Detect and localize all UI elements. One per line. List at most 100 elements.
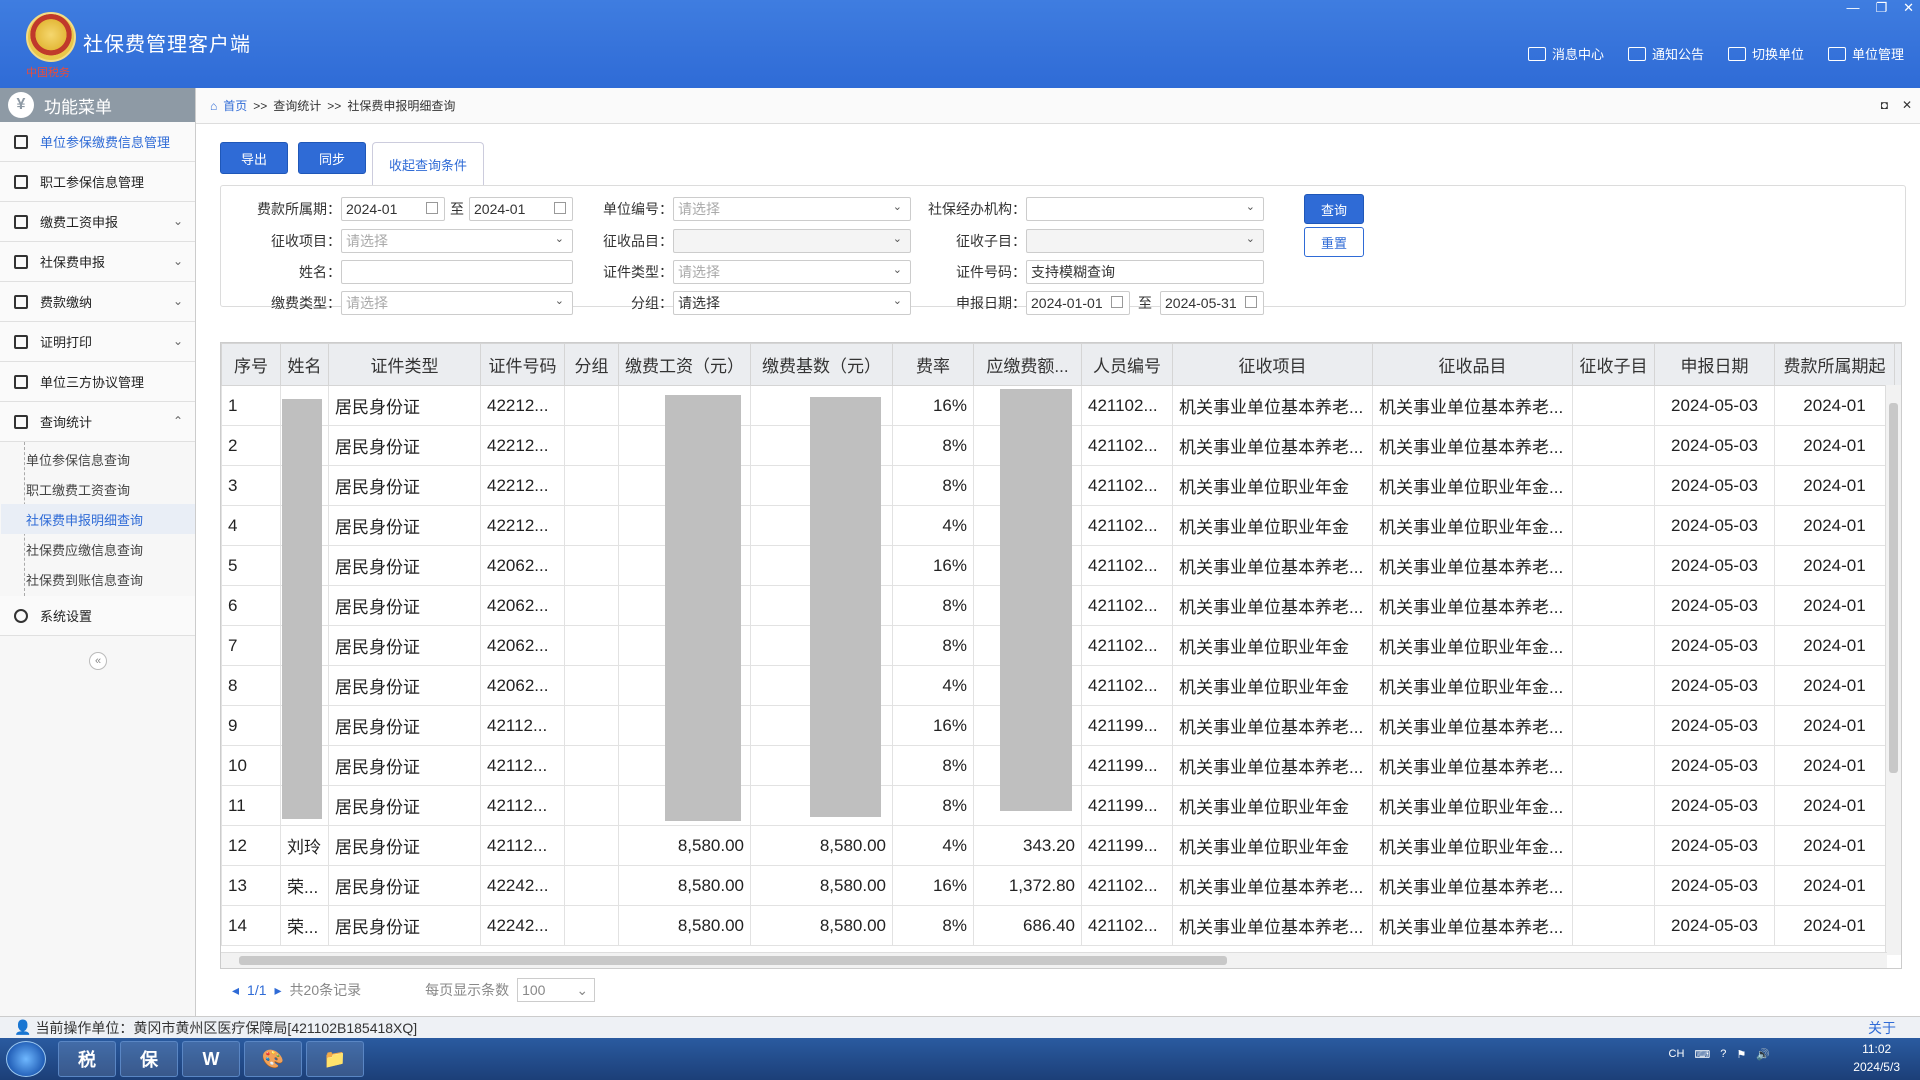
reset-button[interactable]: 重置 bbox=[1304, 227, 1364, 257]
clock[interactable]: 11:02 2024/5/3 bbox=[1853, 1040, 1900, 1076]
item-select[interactable]: 请选择 ⌄ bbox=[341, 229, 573, 253]
decl-from-field[interactable]: 2024-01-01 bbox=[1026, 291, 1130, 315]
minimize-icon[interactable]: — bbox=[1846, 0, 1859, 16]
table-cell bbox=[1572, 625, 1655, 666]
sync-button[interactable]: 同步 bbox=[298, 142, 367, 174]
sidebar-item-unit-payment[interactable]: 单位参保缴费信息管理 bbox=[0, 122, 195, 162]
about-link[interactable]: 关于 bbox=[1868, 1018, 1896, 1038]
group-select[interactable]: 请选择 ⌄ bbox=[673, 291, 911, 315]
table-cell: 机关事业单位基本养老... bbox=[1172, 705, 1373, 746]
column-header[interactable]: 征收子目 bbox=[1572, 343, 1655, 386]
decl-to-field[interactable]: 2024-05-31 bbox=[1160, 291, 1264, 315]
flag-icon[interactable]: ⚑ bbox=[1736, 1048, 1746, 1061]
table-row[interactable]: 12 刘玲 居民身份证 42112... 8,580.00 8,580.00 4% 343.2… bbox=[221, 825, 1901, 866]
start-button[interactable] bbox=[6, 1041, 46, 1077]
submenu-wage-query[interactable]: 职工缴费工资查询 bbox=[1, 474, 195, 504]
idtype-select[interactable]: 请选择 ⌄ bbox=[673, 260, 911, 284]
per-page-select[interactable]: 100 ⌄ bbox=[517, 978, 596, 1002]
collapse-filter-tab[interactable]: 收起查询条件 bbox=[372, 142, 485, 186]
unit-management-button[interactable]: 单位管理 bbox=[1827, 44, 1904, 63]
table-cell: 5 bbox=[221, 545, 281, 586]
export-button[interactable]: 导出 bbox=[220, 142, 289, 174]
next-page-icon[interactable]: ▸ bbox=[275, 982, 282, 999]
submenu-declaration-detail-query[interactable]: 社保费申报明细查询 bbox=[1, 504, 195, 534]
table-cell: 2024-05-03 bbox=[1654, 385, 1775, 426]
message-center-button[interactable]: 消息中心 bbox=[1527, 44, 1604, 63]
table-cell bbox=[564, 785, 619, 826]
subitem-select[interactable]: ⌄ bbox=[1026, 229, 1264, 253]
restore-icon[interactable]: ❐ bbox=[1875, 0, 1887, 16]
column-header[interactable]: 证件号码 bbox=[480, 343, 565, 386]
sidebar-item-settings[interactable]: 系统设置 bbox=[0, 596, 195, 636]
sidebar-item-wage-declaration[interactable]: 缴费工资申报 ⌄ bbox=[0, 202, 195, 242]
sidebar-item-fee-declaration[interactable]: 社保费申报 ⌄ bbox=[0, 242, 195, 282]
name-input[interactable] bbox=[341, 260, 573, 284]
column-header[interactable]: 姓名 bbox=[280, 343, 329, 386]
table-cell: 686.40 bbox=[973, 905, 1082, 946]
table-row[interactable]: 13 荣... 居民身份证 42242... 8,580.00 8,580.00 16% 1,… bbox=[221, 865, 1901, 906]
keyboard-icon[interactable]: ⌨ bbox=[1694, 1048, 1710, 1061]
sidebar-item-fee-payment[interactable]: 费款缴纳 ⌄ bbox=[0, 282, 195, 322]
column-header[interactable]: 人员编号 bbox=[1081, 343, 1173, 386]
maximize-tab-icon[interactable]: ◘ bbox=[1881, 98, 1888, 112]
sidebar-item-tripartite[interactable]: 单位三方协议管理 bbox=[0, 362, 195, 402]
switch-unit-button[interactable]: 切换单位 bbox=[1727, 44, 1804, 63]
breadcrumb-home[interactable]: 首页 bbox=[223, 97, 247, 114]
query-button[interactable]: 查询 bbox=[1304, 194, 1364, 224]
calendar-icon bbox=[1245, 296, 1257, 308]
sidebar-item-employee-info[interactable]: 职工参保信息管理 bbox=[0, 162, 195, 202]
help-icon[interactable]: ? bbox=[1720, 1048, 1726, 1061]
prev-page-icon[interactable]: ◂ bbox=[232, 982, 239, 999]
table-cell: 2024-01 bbox=[1774, 665, 1895, 706]
column-header[interactable]: 分组 bbox=[564, 343, 619, 386]
submenu-unit-info-query[interactable]: 单位参保信息查询 bbox=[1, 444, 195, 474]
table-cell bbox=[564, 865, 619, 906]
table-cell: 机关事业单位基本养老... bbox=[1172, 585, 1373, 626]
period-to-field[interactable]: 2024-01 bbox=[469, 197, 573, 221]
notice-button[interactable]: 通知公告 bbox=[1627, 44, 1704, 63]
table-row[interactable]: 14 荣... 居民身份证 42242... 8,580.00 8,580.00 8% 686… bbox=[221, 905, 1901, 946]
table-cell: 2024-05-03 bbox=[1654, 705, 1775, 746]
column-header[interactable]: 征收项目 bbox=[1172, 343, 1373, 386]
sidebar-item-certificate-print[interactable]: 证明打印 ⌄ bbox=[0, 322, 195, 362]
submenu-payable-query[interactable]: 社保费应缴信息查询 bbox=[1, 534, 195, 564]
horizontal-scrollbar[interactable] bbox=[221, 952, 1887, 968]
taskbar-app-word[interactable]: W bbox=[182, 1041, 240, 1077]
volume-icon[interactable]: 🔊 bbox=[1756, 1048, 1770, 1061]
column-header[interactable]: 征收品目 bbox=[1372, 343, 1573, 386]
language-indicator[interactable]: CH bbox=[1669, 1048, 1685, 1061]
column-header[interactable]: 序号 bbox=[221, 343, 281, 386]
taskbar-app-social-security[interactable]: 保 bbox=[120, 1041, 178, 1077]
column-header[interactable]: 缴费工资（元） bbox=[618, 343, 751, 386]
column-header[interactable]: 费率 bbox=[892, 343, 974, 386]
column-header[interactable]: 费款所属期起 bbox=[1774, 343, 1895, 386]
idno-input[interactable]: 支持模糊查询 bbox=[1026, 260, 1264, 284]
table-cell bbox=[1572, 865, 1655, 906]
taskbar-app-explorer[interactable]: 📁 bbox=[306, 1041, 364, 1077]
table-cell: 2024-01 bbox=[1774, 545, 1895, 586]
sidebar-item-query-stats[interactable]: 查询统计 ⌃ bbox=[0, 402, 195, 442]
column-header[interactable]: 费 bbox=[1894, 343, 1901, 386]
collapse-sidebar-button[interactable]: « bbox=[89, 652, 107, 670]
period-from-field[interactable]: 2024-01 bbox=[341, 197, 445, 221]
category-select[interactable]: ⌄ bbox=[673, 229, 911, 253]
table-cell: 13 bbox=[221, 865, 281, 906]
agency-select[interactable]: ⌄ bbox=[1026, 197, 1264, 221]
period-to-value: 2024-01 bbox=[474, 201, 526, 217]
column-header[interactable]: 缴费基数（元） bbox=[750, 343, 893, 386]
paytype-select[interactable]: 请选择 ⌄ bbox=[341, 291, 573, 315]
column-header[interactable]: 证件类型 bbox=[328, 343, 481, 386]
column-header[interactable]: 申报日期 bbox=[1654, 343, 1775, 386]
taskbar-app-paint[interactable]: 🎨 bbox=[244, 1041, 302, 1077]
taskbar-app-tax[interactable]: 税 bbox=[58, 1041, 116, 1077]
close-window-icon[interactable]: ✕ bbox=[1903, 0, 1914, 16]
scroll-thumb[interactable] bbox=[239, 956, 1227, 965]
table-cell: 8% bbox=[892, 785, 974, 826]
home-icon[interactable]: ⌂ bbox=[210, 99, 217, 113]
submenu-arrival-query[interactable]: 社保费到账信息查询 bbox=[1, 564, 195, 594]
unit-no-select[interactable]: 请选择 ⌄ bbox=[673, 197, 911, 221]
scroll-thumb[interactable] bbox=[1889, 403, 1898, 773]
vertical-scrollbar[interactable] bbox=[1885, 385, 1901, 955]
close-tab-icon[interactable]: ✕ bbox=[1902, 98, 1912, 112]
column-header[interactable]: 应缴费额... bbox=[973, 343, 1082, 386]
